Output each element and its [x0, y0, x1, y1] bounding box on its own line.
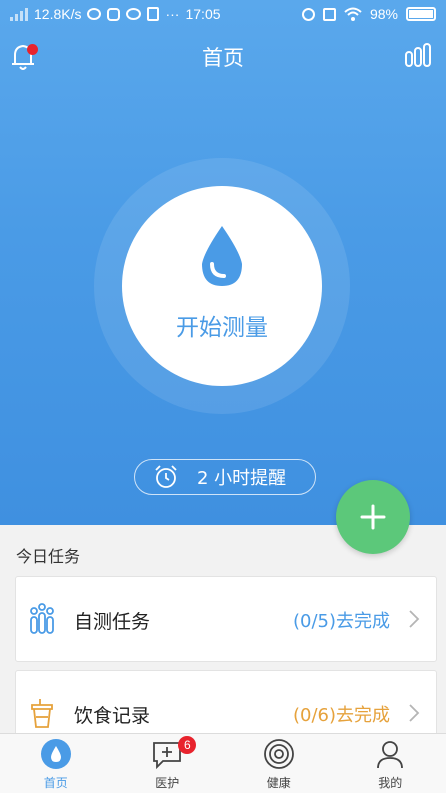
- wifi-icon: [344, 7, 362, 21]
- mute-icon: [322, 7, 336, 21]
- signal-icon: [10, 7, 28, 21]
- notification-badge: 6: [178, 736, 197, 754]
- tab-mine[interactable]: 我的: [335, 734, 446, 793]
- water-drop-icon: [202, 226, 242, 286]
- tab-label: 首页: [43, 776, 68, 790]
- app-icon: [107, 7, 121, 21]
- wechat-icon: [126, 8, 142, 20]
- start-measure-button[interactable]: 开始测量: [122, 186, 322, 386]
- chevron-right-icon: [409, 704, 420, 722]
- tab-label: 健康: [266, 776, 291, 790]
- today-tasks-title: 今日任务: [16, 547, 81, 566]
- battery-percent: 98%: [369, 6, 398, 22]
- plus-icon: [360, 504, 386, 530]
- sim-icon: [147, 7, 160, 21]
- weibo-icon: [87, 8, 102, 20]
- drop-icon: [40, 739, 71, 769]
- tab-bar: 首页 6 医护 健康 我的: [0, 733, 446, 793]
- task-self-test[interactable]: 自测任务 (0/5)去完成: [15, 576, 437, 662]
- task-status: (0/5)去完成: [292, 611, 390, 632]
- nav-bar: 首页: [0, 30, 446, 82]
- reminder-button[interactable]: 2 小时提醒: [134, 459, 316, 495]
- reminder-label: 2 小时提醒: [197, 468, 287, 489]
- page-title: 首页: [202, 46, 244, 70]
- net-speed: 12.8K/s: [34, 6, 82, 22]
- tab-label: 我的: [378, 776, 403, 790]
- task-status: (0/6)去完成: [292, 705, 390, 726]
- tab-label: 医护: [155, 776, 180, 790]
- bar-chart-icon[interactable]: [404, 42, 432, 68]
- self-test-icon: [30, 603, 54, 634]
- status-bar: 12.8K/s ··· 17:05 98%: [0, 0, 446, 30]
- battery-icon: [406, 7, 436, 21]
- add-button[interactable]: [336, 480, 410, 554]
- task-name: 自测任务: [74, 611, 151, 633]
- clock: 17:05: [185, 6, 221, 22]
- measure-label: 开始测量: [176, 315, 268, 341]
- more-notifications: ···: [165, 6, 180, 22]
- rings-icon: [263, 739, 294, 769]
- user-icon: [377, 741, 404, 769]
- tab-home[interactable]: 首页: [0, 734, 112, 793]
- bluetooth-icon: [301, 7, 315, 21]
- chevron-right-icon: [409, 610, 420, 628]
- alarm-clock-icon: [155, 465, 177, 488]
- cup-icon: [31, 699, 53, 728]
- tab-medical[interactable]: 6 医护: [112, 734, 224, 793]
- task-name: 饮食记录: [74, 705, 151, 727]
- tab-health[interactable]: 健康: [223, 734, 335, 793]
